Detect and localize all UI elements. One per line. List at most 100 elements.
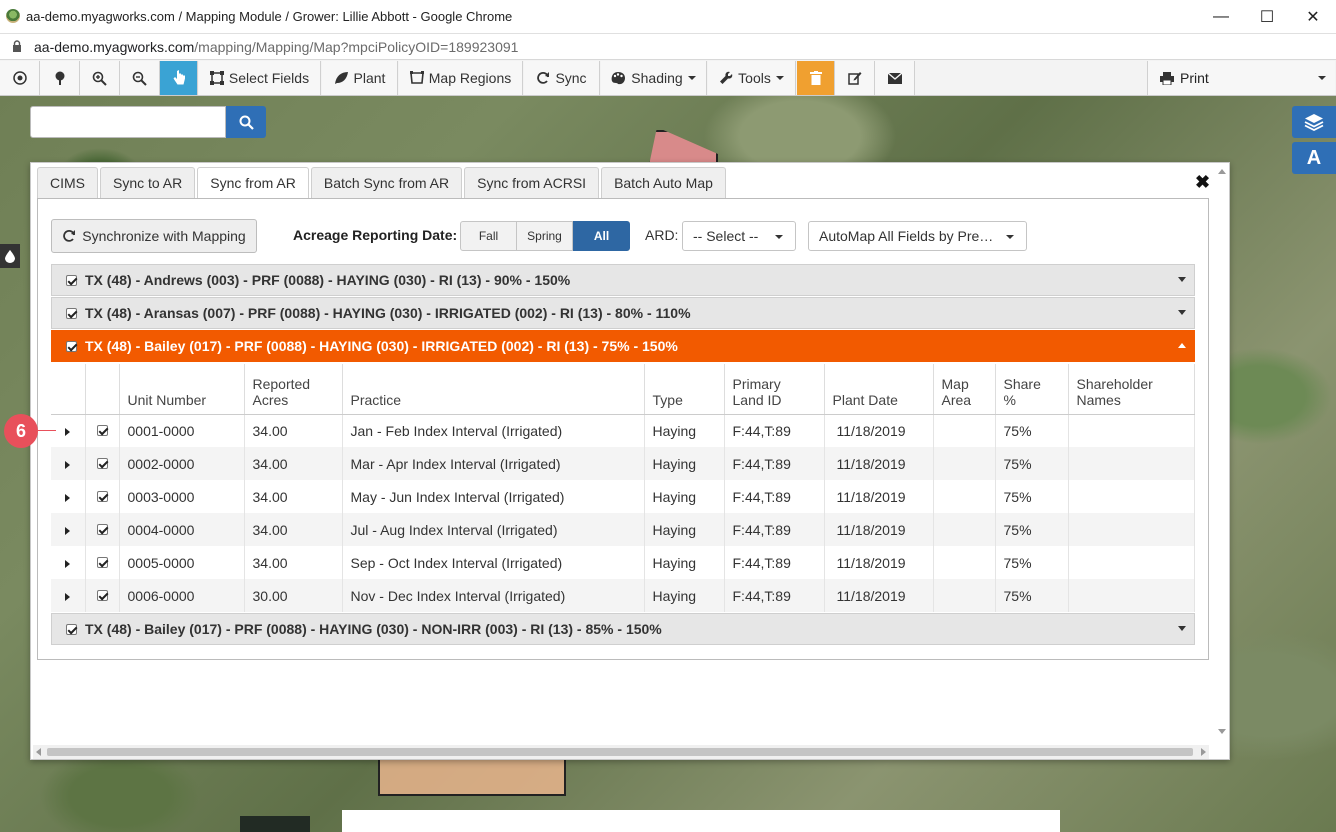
close-icon[interactable]: ✖ bbox=[1195, 172, 1210, 193]
search-icon bbox=[239, 115, 254, 130]
column-header[interactable]: Unit Number bbox=[119, 364, 245, 415]
season-all-button[interactable]: All bbox=[573, 221, 630, 251]
plant-date: 11/18/2019 bbox=[824, 447, 934, 480]
table-row[interactable]: 0006-0000 30.00 Nov - Dec Index Interval… bbox=[51, 579, 1195, 612]
table-row[interactable]: 0001-0000 34.00 Jan - Feb Index Interval… bbox=[51, 414, 1195, 447]
url-text[interactable]: aa-demo.myagworks.com/mapping/Mapping/Ma… bbox=[34, 39, 518, 55]
expand-row-icon[interactable] bbox=[65, 427, 71, 436]
locate-button[interactable] bbox=[0, 61, 40, 95]
chevron-down-icon bbox=[1178, 626, 1186, 631]
tab-cims[interactable]: CIMS bbox=[37, 167, 98, 199]
tree-button[interactable] bbox=[40, 61, 80, 95]
pan-hand-button[interactable] bbox=[160, 61, 198, 95]
scrollbar-thumb[interactable] bbox=[47, 748, 1193, 756]
tab-sync-to-ar[interactable]: Sync to AR bbox=[100, 167, 196, 199]
checkbox[interactable] bbox=[66, 623, 77, 635]
map-regions-button[interactable]: Map Regions bbox=[399, 61, 523, 95]
column-header[interactable]: Shareholder Names bbox=[1068, 364, 1195, 415]
sync-label: Sync bbox=[555, 70, 587, 86]
water-drop-icon bbox=[5, 249, 15, 263]
water-drop-button[interactable] bbox=[0, 244, 20, 268]
checkbox[interactable] bbox=[96, 523, 108, 535]
reported-acres: 30.00 bbox=[244, 579, 343, 612]
checkbox[interactable] bbox=[96, 457, 108, 469]
email-button[interactable] bbox=[875, 61, 915, 95]
checkbox[interactable] bbox=[66, 274, 77, 286]
automap-select-value: AutoMap All Fields by Pre… bbox=[819, 228, 994, 244]
expand-row-icon[interactable] bbox=[65, 493, 71, 502]
policy-label: TX (48) - Aransas (007) - PRF (0088) - H… bbox=[85, 305, 691, 321]
map-search-input[interactable] bbox=[30, 106, 226, 138]
delete-button[interactable] bbox=[797, 61, 835, 95]
column-header[interactable]: Share% bbox=[995, 364, 1069, 415]
policy-label: TX (48) - Andrews (003) - PRF (0088) - H… bbox=[85, 272, 571, 288]
checkbox[interactable] bbox=[96, 424, 108, 436]
synchronize-with-mapping-button[interactable]: Synchronize with Mapping bbox=[51, 219, 257, 253]
vertical-scrollbar[interactable] bbox=[1214, 163, 1228, 741]
scroll-up-icon[interactable] bbox=[1218, 169, 1226, 174]
column-header[interactable]: Primary Land ID bbox=[724, 364, 825, 415]
sync-button[interactable]: Sync bbox=[524, 61, 600, 95]
table-row[interactable]: 0003-0000 34.00 May - Jun Index Interval… bbox=[51, 480, 1195, 513]
expand-row-icon[interactable] bbox=[65, 460, 71, 469]
table-row[interactable]: 0004-0000 34.00 Jul - Aug Index Interval… bbox=[51, 513, 1195, 546]
minimize-icon[interactable]: — bbox=[1198, 4, 1244, 30]
primary-land-id: F:44,T:89 bbox=[724, 414, 825, 447]
policy-accordion-expanded[interactable]: TX (48) - Bailey (017) - PRF (0088) - HA… bbox=[51, 330, 1195, 362]
zoom-in-button[interactable] bbox=[80, 61, 120, 95]
tab-sync-from-acrsi[interactable]: Sync from ACRSI bbox=[464, 167, 600, 199]
select-fields-button[interactable]: Select Fields bbox=[199, 61, 321, 95]
edit-button[interactable] bbox=[835, 61, 875, 95]
tab-batch-auto-map[interactable]: Batch Auto Map bbox=[601, 167, 726, 199]
map-search-button[interactable] bbox=[226, 106, 266, 138]
tab-sync-from-ar[interactable]: Sync from AR bbox=[197, 167, 309, 199]
select-area-icon bbox=[209, 71, 224, 85]
table-header-row: Unit Number Reported Acres Practice Type … bbox=[51, 364, 1195, 415]
season-spring-button[interactable]: Spring bbox=[516, 221, 573, 251]
tab-batch-sync-from-ar[interactable]: Batch Sync from AR bbox=[310, 167, 463, 199]
scroll-right-icon[interactable] bbox=[1201, 748, 1206, 756]
checkbox[interactable] bbox=[66, 307, 77, 319]
checkbox[interactable] bbox=[96, 490, 108, 502]
expand-row-icon[interactable] bbox=[65, 559, 71, 568]
expand-row-icon[interactable] bbox=[65, 526, 71, 535]
practice: Nov - Dec Index Interval (Irrigated) bbox=[342, 579, 645, 612]
column-header[interactable]: Reported Acres bbox=[244, 364, 343, 415]
ard-select-value: -- Select -- bbox=[693, 228, 759, 244]
labels-button[interactable]: A bbox=[1292, 142, 1336, 174]
column-header[interactable]: Map Area bbox=[933, 364, 996, 415]
policy-accordion[interactable]: TX (48) - Aransas (007) - PRF (0088) - H… bbox=[51, 297, 1195, 329]
checkbox[interactable] bbox=[96, 589, 108, 601]
policy-accordion[interactable]: TX (48) - Andrews (003) - PRF (0088) - H… bbox=[51, 264, 1195, 296]
column-header[interactable]: Practice bbox=[342, 364, 645, 415]
policy-accordion[interactable]: TX (48) - Bailey (017) - PRF (0088) - HA… bbox=[51, 613, 1195, 645]
shading-dropdown[interactable]: Shading bbox=[601, 61, 707, 95]
callout-pointer bbox=[38, 430, 56, 431]
expand-row-icon[interactable] bbox=[65, 592, 71, 601]
shareholder-names bbox=[1068, 414, 1195, 447]
unit-number: 0005-0000 bbox=[119, 546, 245, 579]
table-row[interactable]: 0005-0000 34.00 Sep - Oct Index Interval… bbox=[51, 546, 1195, 579]
print-dropdown[interactable]: Print bbox=[1147, 61, 1335, 95]
column-header[interactable]: Type bbox=[644, 364, 725, 415]
zoom-out-button[interactable] bbox=[120, 61, 160, 95]
map-area bbox=[933, 579, 996, 612]
tools-dropdown[interactable]: Tools bbox=[708, 61, 796, 95]
season-fall-button[interactable]: Fall bbox=[460, 221, 517, 251]
close-window-icon[interactable]: ✕ bbox=[1290, 4, 1336, 30]
layers-button[interactable] bbox=[1292, 106, 1336, 138]
plant-button[interactable]: Plant bbox=[322, 61, 398, 95]
horizontal-scrollbar[interactable] bbox=[33, 745, 1209, 759]
checkbox[interactable] bbox=[96, 556, 108, 568]
ard-select[interactable]: -- Select -- bbox=[682, 221, 796, 251]
address-bar[interactable]: aa-demo.myagworks.com/mapping/Mapping/Ma… bbox=[0, 34, 1336, 60]
automap-select[interactable]: AutoMap All Fields by Pre… bbox=[808, 221, 1027, 251]
scroll-down-icon[interactable] bbox=[1218, 729, 1226, 734]
maximize-icon[interactable]: ☐ bbox=[1244, 4, 1290, 30]
checkbox[interactable] bbox=[66, 340, 77, 352]
column-header[interactable]: Plant Date bbox=[824, 364, 934, 415]
table-row[interactable]: 0002-0000 34.00 Mar - Apr Index Interval… bbox=[51, 447, 1195, 480]
shareholder-names bbox=[1068, 480, 1195, 513]
share-percent: 75% bbox=[995, 414, 1069, 447]
scroll-left-icon[interactable] bbox=[36, 748, 41, 756]
